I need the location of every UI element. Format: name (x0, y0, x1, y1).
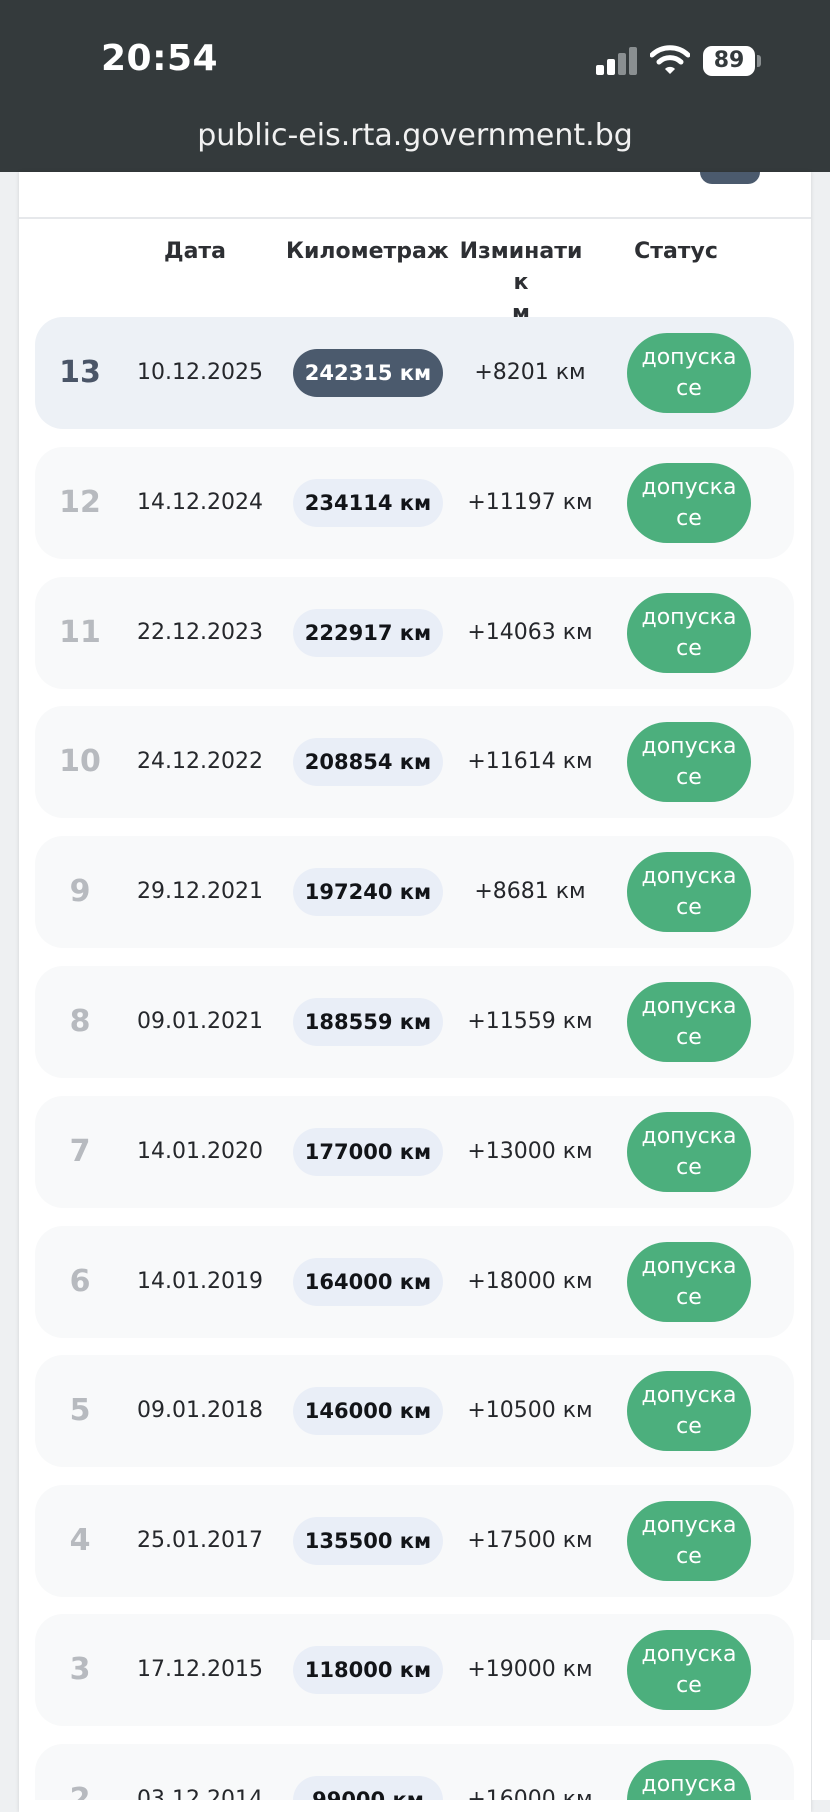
row-status-badge: допуска се (627, 722, 751, 802)
row-mileage-badge: 146000 км (293, 1387, 443, 1435)
row-status-badge: допуска се (627, 593, 751, 673)
row-number: 7 (69, 1134, 91, 1169)
row-number: 2 (69, 1782, 91, 1800)
address-bar-url[interactable]: public-eis.rta.government.bg (0, 118, 830, 153)
row-mileage-badge: 164000 км (293, 1258, 443, 1306)
row-number: 13 (59, 355, 101, 390)
row-status-badge: допуска се (627, 333, 751, 413)
collapse-toggle[interactable] (700, 172, 760, 184)
browser-status-bar: 20:54 89 public-eis.rta.government.bg (0, 0, 830, 172)
row-distance: +19000 км (467, 1657, 593, 1682)
row-date: 14.01.2019 (137, 1269, 263, 1294)
battery-icon: 89 (703, 46, 755, 76)
row-distance: +8201 км (474, 360, 586, 385)
header-mileage: Километраж (286, 239, 449, 264)
row-distance: +14063 км (467, 620, 593, 645)
table-row: 10 24.12.2022 208854 км +11614 км допуск… (35, 706, 794, 818)
wifi-icon (650, 45, 690, 74)
row-distance: +8681 км (474, 879, 586, 904)
cellular-signal-icon (596, 47, 638, 75)
row-date: 24.12.2022 (137, 749, 263, 774)
adjacent-panel-edge (812, 1640, 830, 1800)
row-date: 25.01.2017 (137, 1528, 263, 1553)
row-date: 29.12.2021 (137, 879, 263, 904)
row-mileage-badge: 242315 км (293, 349, 443, 397)
header-distance-traveled: Изминати к м (459, 239, 583, 326)
row-mileage-badge: 222917 км (293, 609, 443, 657)
row-status-badge: допуска се (627, 463, 751, 543)
table-row: 8 09.01.2021 188559 км +11559 км допуска… (35, 966, 794, 1078)
row-date: 03.12.2014 (137, 1787, 263, 1800)
row-distance: +13000 км (467, 1139, 593, 1164)
table-row: 13 10.12.2025 242315 км +8201 км допуска… (35, 317, 794, 429)
row-date: 14.01.2020 (137, 1139, 263, 1164)
card-divider (19, 217, 811, 219)
row-status-badge: допуска се (627, 1112, 751, 1192)
row-distance: +11559 км (467, 1009, 593, 1034)
row-number: 4 (69, 1523, 91, 1558)
row-distance: +11197 км (467, 490, 593, 515)
row-number: 6 (69, 1264, 91, 1299)
row-number: 10 (59, 744, 101, 779)
row-distance: +18000 км (467, 1269, 593, 1294)
header-date: Дата (163, 239, 227, 264)
table-row: 11 22.12.2023 222917 км +14063 км допуск… (35, 577, 794, 689)
row-distance: +17500 км (467, 1528, 593, 1553)
row-distance: +16000 км (467, 1787, 593, 1800)
row-mileage-badge: 177000 км (293, 1128, 443, 1176)
row-number: 3 (69, 1652, 91, 1687)
row-distance: +10500 км (467, 1398, 593, 1423)
row-number: 5 (69, 1393, 91, 1428)
clock: 20:54 (101, 38, 219, 79)
row-status-badge: допуска се (627, 1501, 751, 1581)
row-mileage-badge: 197240 км (293, 868, 443, 916)
header-status: Статус (634, 239, 718, 264)
table-row: 6 14.01.2019 164000 км +18000 км допуска… (35, 1226, 794, 1338)
row-status-badge: допуска се (627, 1242, 751, 1322)
row-number: 9 (69, 874, 91, 909)
row-status-badge: допуска се (627, 1630, 751, 1710)
row-mileage-badge: 118000 км (293, 1646, 443, 1694)
row-date: 17.12.2015 (137, 1657, 263, 1682)
row-status-badge: допуска се (627, 1371, 751, 1451)
table-row: 9 29.12.2021 197240 км +8681 км допуска … (35, 836, 794, 948)
row-status-badge: допуска се (627, 1760, 751, 1800)
row-number: 11 (59, 615, 101, 650)
row-date: 22.12.2023 (137, 620, 263, 645)
row-number: 12 (59, 485, 101, 520)
table-row: 3 17.12.2015 118000 км +19000 км допуска… (35, 1614, 794, 1726)
row-date: 14.12.2024 (137, 490, 263, 515)
table-row: 12 14.12.2024 234114 км +11197 км допуск… (35, 447, 794, 559)
row-status-badge: допуска се (627, 852, 751, 932)
table-row: 2 03.12.2014 99000 км +16000 км допуска … (35, 1744, 794, 1800)
table-row: 7 14.01.2020 177000 км +13000 км допуска… (35, 1096, 794, 1208)
row-number: 8 (69, 1004, 91, 1039)
battery-tip (757, 55, 761, 67)
row-mileage-badge: 135500 км (293, 1517, 443, 1565)
row-mileage-badge: 234114 км (293, 479, 443, 527)
row-distance: +11614 км (467, 749, 593, 774)
row-mileage-badge: 99000 км (293, 1776, 443, 1800)
row-mileage-badge: 208854 км (293, 738, 443, 786)
row-date: 09.01.2018 (137, 1398, 263, 1423)
table-row: 4 25.01.2017 135500 км +17500 км допуска… (35, 1485, 794, 1597)
table-row: 5 09.01.2018 146000 км +10500 км допуска… (35, 1355, 794, 1467)
row-date: 10.12.2025 (137, 360, 263, 385)
row-status-badge: допуска се (627, 982, 751, 1062)
row-mileage-badge: 188559 км (293, 998, 443, 1046)
row-date: 09.01.2021 (137, 1009, 263, 1034)
